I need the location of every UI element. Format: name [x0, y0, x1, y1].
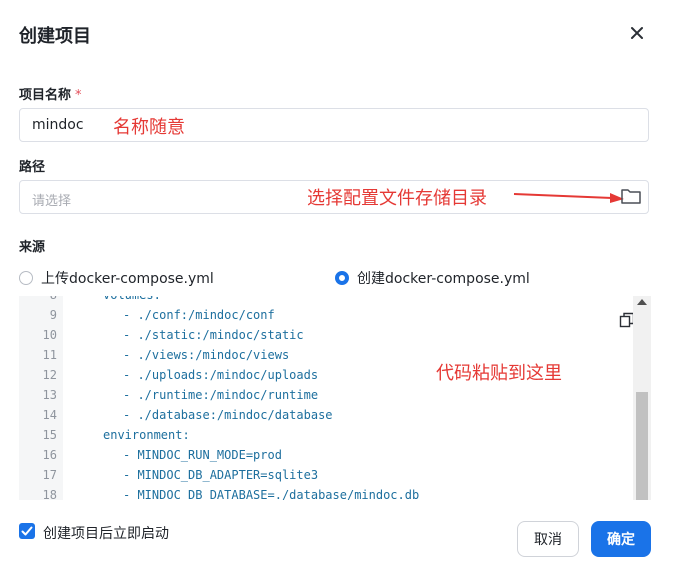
line-number: 14	[42, 408, 57, 422]
code-text: environment:	[103, 428, 190, 442]
code-text: - ./views:/mindoc/views	[123, 348, 290, 362]
line-number: 8	[19, 296, 57, 302]
code-text: - ./uploads:/mindoc/uploads	[123, 368, 319, 382]
autostart-checkbox[interactable]	[19, 523, 35, 539]
code-line: 13 - ./runtime:/mindoc/runtime	[19, 388, 633, 408]
line-number: 16	[42, 448, 57, 462]
line-number: 17	[42, 468, 57, 482]
cancel-button[interactable]: 取消	[517, 521, 579, 557]
dialog-title: 创建项目	[19, 26, 91, 47]
autostart-label: 创建项目后立即启动	[43, 526, 169, 542]
source-option-create-label: 创建docker-compose.yml	[357, 271, 530, 287]
annotation-arrow-icon	[513, 193, 624, 203]
editor-scrollbar-thumb[interactable]	[636, 392, 648, 500]
confirm-button[interactable]: 确定	[591, 521, 651, 557]
line-number: 15	[42, 428, 57, 442]
code-line: 8 volumes:	[19, 296, 633, 308]
source-option-upload[interactable]: 上传docker-compose.yml	[19, 268, 214, 288]
folder-icon[interactable]	[620, 187, 642, 205]
scroll-up-arrow-icon[interactable]	[637, 299, 647, 305]
project-name-label-text: 项目名称	[19, 88, 72, 103]
code-line: 18 - MINDOC_DB_DATABASE=./database/mindoc…	[19, 488, 633, 500]
line-number: 10	[42, 328, 57, 342]
code-line: 14 - ./database:/mindoc/database	[19, 408, 633, 428]
code-annotation: 代码粘贴到这里	[436, 363, 562, 384]
path-label: 路径	[19, 160, 46, 175]
path-annotation: 选择配置文件存储目录	[307, 188, 487, 209]
close-icon[interactable]	[626, 22, 648, 44]
line-number: 9	[49, 308, 57, 322]
line-number: 12	[42, 368, 57, 382]
create-project-dialog: 创建项目 项目名称 * mindoc 名称随意 路径 请选择 选择配置文件存储目录…	[0, 0, 673, 569]
code-text: - MINDOC_RUN_MODE=prod	[123, 448, 282, 462]
line-number: 11	[42, 348, 57, 362]
code-line: 17 - MINDOC_DB_ADAPTER=sqlite3	[19, 468, 633, 488]
source-label: 来源	[19, 240, 46, 255]
code-text: - MINDOC_DB_ADAPTER=sqlite3	[123, 468, 319, 482]
line-number: 13	[42, 388, 57, 402]
radio-create[interactable]	[335, 271, 349, 285]
name-annotation: 名称随意	[113, 117, 185, 138]
required-mark: *	[75, 88, 82, 103]
code-text: - ./runtime:/mindoc/runtime	[123, 388, 319, 402]
code-line: 10 - ./static:/mindoc/static	[19, 328, 633, 348]
project-name-label: 项目名称 *	[19, 84, 82, 103]
radio-upload[interactable]	[19, 271, 33, 285]
code-text: - ./conf:/mindoc/conf	[123, 308, 275, 322]
path-placeholder: 请选择	[32, 194, 72, 209]
source-option-create[interactable]: 创建docker-compose.yml	[335, 268, 530, 288]
checkmark-icon	[21, 526, 33, 536]
code-text: - ./database:/mindoc/database	[123, 408, 333, 422]
code-editor[interactable]: 8 volumes: 9 - ./conf:/mindoc/conf 10 - ./sta…	[19, 296, 651, 500]
code-text: volumes:	[103, 296, 161, 302]
source-option-upload-label: 上传docker-compose.yml	[41, 271, 214, 287]
project-name-value: mindoc	[32, 117, 84, 133]
code-line: 15 environment:	[19, 428, 633, 448]
code-line: 9 - ./conf:/mindoc/conf	[19, 308, 633, 328]
code-text: - MINDOC_DB_DATABASE=./database/mindoc.d…	[123, 488, 420, 500]
code-line: 16 - MINDOC_RUN_MODE=prod	[19, 448, 633, 468]
line-number: 18	[42, 488, 57, 500]
code-text: - ./static:/mindoc/static	[123, 328, 304, 342]
